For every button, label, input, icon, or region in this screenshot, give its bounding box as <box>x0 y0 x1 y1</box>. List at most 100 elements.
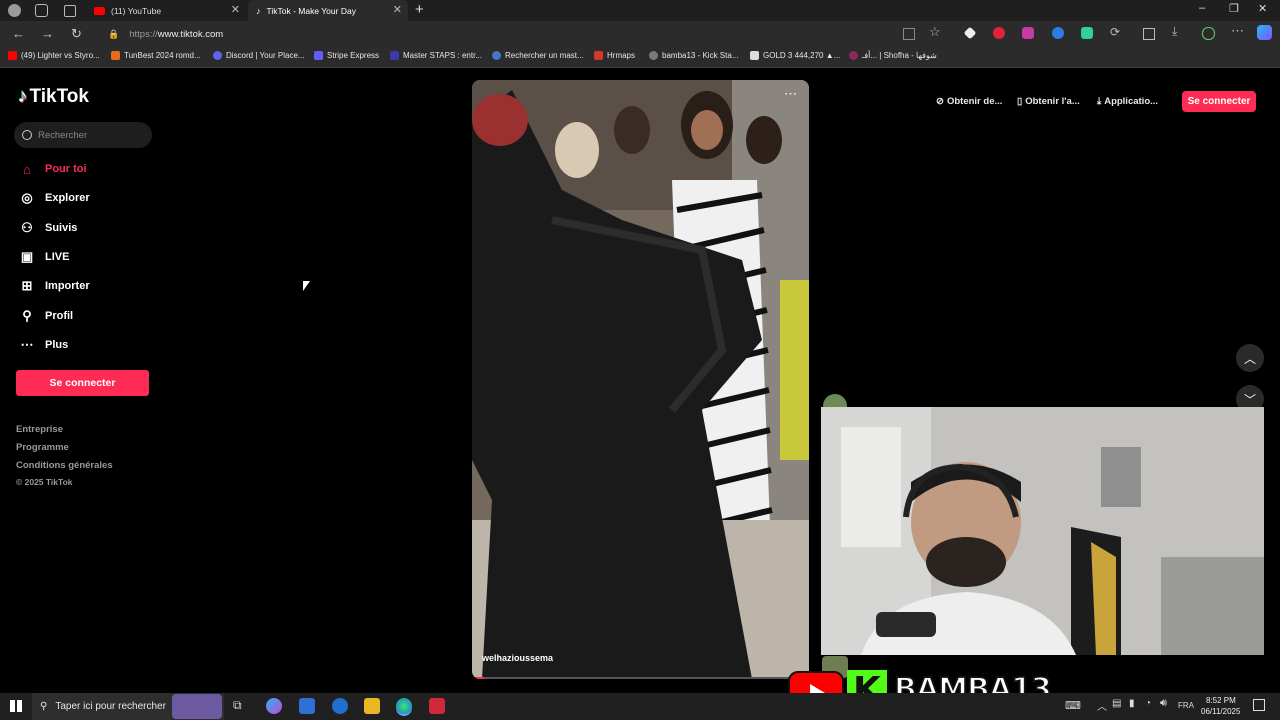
clock-date[interactable]: 06/11/2025 <box>1201 707 1240 716</box>
bookmark-item[interactable]: Hrmaps <box>594 51 635 60</box>
extension-icon[interactable] <box>1081 27 1093 39</box>
store-icon[interactable] <box>299 698 315 714</box>
nav-item-profile[interactable]: ⚲ Profil <box>18 305 73 327</box>
login-button-top[interactable]: Se connecter <box>1182 91 1256 112</box>
file-explorer-icon[interactable] <box>364 698 380 714</box>
bookmark-item[interactable]: GOLD 3 444,270 ▲... <box>750 51 840 60</box>
minimize-icon[interactable]: – <box>1199 2 1205 14</box>
download-icon: ⤓ <box>1097 95 1102 107</box>
profile-avatar[interactable] <box>8 4 21 17</box>
edge-browser-icon[interactable] <box>396 698 412 716</box>
bookmark-item[interactable]: bamba13 - Kick Sta... <box>649 51 738 60</box>
volume-icon[interactable]: 🔊︎ <box>1160 697 1167 710</box>
settings-more-icon[interactable]: ⋯ <box>1231 23 1244 39</box>
tiktok-logo-text: TikTok <box>29 86 89 107</box>
bookmark-item[interactable]: TunBest 2024 romd... <box>111 51 201 60</box>
bookmark-item[interactable]: (49) Lighter vs Styro... <box>8 51 100 60</box>
url-bar[interactable]: 🔒 https:// www.tiktok.com <box>104 24 954 44</box>
tab-tiktok[interactable]: ♪ TikTok - Make Your Day ✕ <box>248 0 408 21</box>
forward-icon[interactable]: → <box>41 26 54 41</box>
footer-link-business[interactable]: Entreprise <box>16 424 63 435</box>
app-available-icon[interactable] <box>903 28 915 40</box>
mail-icon[interactable] <box>332 698 348 714</box>
close-window-icon[interactable]: ✕ <box>1258 2 1267 15</box>
upload-icon: ⊞ <box>21 278 33 293</box>
windows-start-icon[interactable] <box>10 700 22 712</box>
reload-icon[interactable]: ↻ <box>71 26 82 42</box>
copilot-icon[interactable] <box>1257 25 1272 40</box>
favorite-star-icon[interactable]: ☆ <box>929 24 941 40</box>
restore-icon[interactable]: ❐ <box>1229 2 1239 15</box>
app-icon[interactable] <box>429 698 445 714</box>
pc-app-link[interactable]: ⤓ Applicatio... <box>1097 91 1158 111</box>
video-username[interactable]: welhazioussema <box>482 653 553 663</box>
tiktok-logo[interactable]: ♪ TikTok <box>18 86 89 108</box>
new-tab-button[interactable]: + <box>415 1 424 18</box>
following-icon: ⚇ <box>21 220 33 235</box>
streamer-webcam-overlay <box>821 407 1264 655</box>
tab-youtube[interactable]: (11) YouTube ✕ <box>86 0 246 21</box>
workspaces-icon[interactable] <box>35 4 48 17</box>
close-tab-icon[interactable]: ✕ <box>393 3 402 16</box>
extension-icon[interactable] <box>963 26 977 40</box>
split-screen-icon[interactable] <box>1143 28 1155 40</box>
bookmark-item[interactable]: Master STAPS : entr... <box>390 51 482 60</box>
copilot-icon[interactable] <box>266 698 282 714</box>
nav-item-live[interactable]: ▣ LIVE <box>18 246 70 268</box>
bookmark-item[interactable]: Stripe Express <box>314 51 379 60</box>
browser-essentials-icon[interactable] <box>1202 27 1215 40</box>
chevron-down-icon: ﹀ <box>1243 392 1256 407</box>
taskbar-search-placeholder: Taper ici pour rechercher <box>55 701 166 712</box>
language-indicator[interactable]: FRA <box>1178 701 1194 710</box>
bookmark-favicon-icon <box>111 51 120 60</box>
microphone-icon[interactable]: ▮ <box>1129 698 1135 709</box>
tab-actions-icon[interactable] <box>64 5 76 17</box>
notifications-icon[interactable] <box>1253 699 1265 711</box>
home-icon: ⌂ <box>23 161 31 177</box>
wifi-icon[interactable]: ◔ <box>1145 698 1151 709</box>
clock-time[interactable]: 8:52 PM <box>1206 696 1236 705</box>
bookmark-item[interactable]: أفـ... | Shofha - شوفها <box>849 51 937 60</box>
webcam-frame <box>821 407 1264 655</box>
show-hidden-icons-icon[interactable]: ︿ <box>1097 698 1107 713</box>
bookmarks-bar: (49) Lighter vs Styro... TunBest 2024 ro… <box>0 47 1280 68</box>
stripe-icon <box>314 51 323 60</box>
footer-link-program[interactable]: Programme <box>16 442 69 453</box>
video-progress-bar[interactable] <box>472 677 809 679</box>
task-view-icon[interactable]: ⧉ <box>233 698 242 713</box>
address-row: ← → ↻ 🔒 https:// www.tiktok.com ☆ ⟳ ⤓ ⋯ <box>0 21 1280 47</box>
footer-link-terms[interactable]: Conditions générales <box>16 460 113 471</box>
search-input[interactable]: Rechercher <box>14 122 152 148</box>
network-icon[interactable]: ▤ <box>1112 698 1121 709</box>
discord-icon <box>213 51 222 60</box>
more-icon: ⋯ <box>20 337 34 352</box>
previous-video-button[interactable]: ︿ <box>1236 344 1264 372</box>
keyboard-icon[interactable]: ⌨ <box>1065 699 1081 712</box>
nav-item-more[interactable]: ⋯ Plus <box>18 334 69 356</box>
search-icon <box>22 130 32 140</box>
login-button[interactable]: Se connecter <box>16 370 149 396</box>
chevron-up-icon: ︿ <box>1243 351 1256 366</box>
video-more-icon[interactable]: ⋯ <box>784 86 797 102</box>
tab-youtube-label: (11) YouTube <box>111 5 162 16</box>
nav-item-explore[interactable]: ◎ Explorer <box>18 187 89 209</box>
get-coins-link[interactable]: ⊘ Obtenir de... <box>936 91 1002 111</box>
extension-icon[interactable] <box>993 27 1005 39</box>
nav-label: Profil <box>45 310 74 322</box>
get-app-link[interactable]: ▯ Obtenir l'a... <box>1017 91 1080 111</box>
downloads-icon[interactable]: ⤓ <box>1172 24 1177 39</box>
tab-tiktok-label: TikTok - Make Your Day <box>266 5 356 16</box>
nav-item-for-you[interactable]: ⌂ Pour toi <box>18 158 87 180</box>
extension-icon[interactable] <box>1022 27 1034 39</box>
video-player[interactable]: ⋯ welhazioussema <box>472 80 809 679</box>
close-tab-icon[interactable]: ✕ <box>231 3 240 16</box>
extension-icon[interactable] <box>1052 27 1064 39</box>
back-icon[interactable]: ← <box>12 26 25 41</box>
nav-label: LIVE <box>45 251 70 263</box>
site-info-icon[interactable]: 🔒 <box>108 29 119 40</box>
bookmark-item[interactable]: Discord | Your Place... <box>213 51 305 60</box>
nav-item-upload[interactable]: ⊞ Importer <box>18 275 90 297</box>
bookmark-item[interactable]: Rechercher un mast... <box>492 51 584 60</box>
extensions-puzzle-icon[interactable]: ⟳ <box>1110 25 1120 39</box>
nav-item-following[interactable]: ⚇ Suivis <box>18 217 77 239</box>
